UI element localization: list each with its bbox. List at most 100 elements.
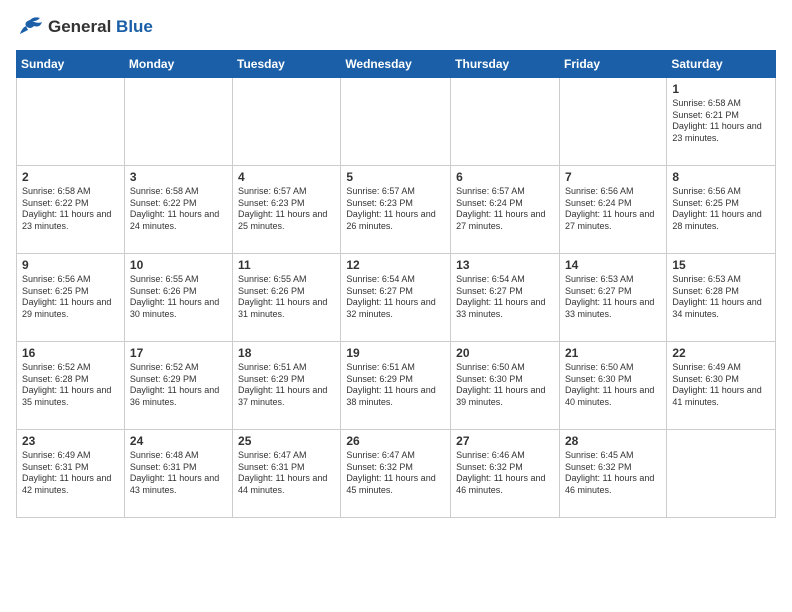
day-info: Daylight: 11 hours and 35 minutes. (22, 385, 119, 408)
calendar-cell: 11Sunrise: 6:55 AMSunset: 6:26 PMDayligh… (233, 254, 341, 342)
day-info: Daylight: 11 hours and 33 minutes. (456, 297, 554, 320)
day-info: Daylight: 11 hours and 28 minutes. (672, 209, 770, 232)
calendar-cell: 12 Sunrise: 6:54 AMSunset: 6:27 PMDayligh… (341, 254, 451, 342)
calendar-header-row: Sunday Monday Tuesday Wednesday Thursday… (17, 51, 776, 78)
calendar-cell: 17Sunrise: 6:52 AMSunset: 6:29 PMDayligh… (124, 342, 232, 430)
calendar-cell: 20Sunrise: 6:50 AMSunset: 6:30 PMDayligh… (451, 342, 560, 430)
day-info: Sunset: 6:31 PM (238, 462, 335, 474)
day-number: 15 (672, 258, 770, 272)
day-info: Sunrise: 6:55 AM (238, 274, 335, 286)
day-number: 23 (22, 434, 119, 448)
calendar-cell: 1Sunrise: 6:58 AMSunset: 6:21 PMDaylight… (667, 78, 776, 166)
day-info: Sunrise: 6:55 AM (130, 274, 227, 286)
day-info: Daylight: 11 hours and 42 minutes. (22, 473, 119, 496)
day-info: Daylight: 11 hours and 32 minutes. (346, 297, 445, 320)
day-info: Sunrise: 6:51 AM (238, 362, 335, 374)
day-info: Sunrise: 6:47 AM (238, 450, 335, 462)
day-info: Sunset: 6:28 PM (22, 374, 119, 386)
day-info: Daylight: 11 hours and 31 minutes. (238, 297, 335, 320)
day-number: 19 (346, 346, 445, 360)
day-number: 11 (238, 258, 335, 272)
day-info: Sunrise: 6:58 AM (672, 98, 770, 110)
day-info: Sunset: 6:31 PM (130, 462, 227, 474)
logo-bird-icon (16, 16, 44, 38)
day-info: Sunset: 6:29 PM (238, 374, 335, 386)
header-sunday: Sunday (17, 51, 125, 78)
day-info: Daylight: 11 hours and 41 minutes. (672, 385, 770, 408)
calendar-cell: 27Sunrise: 6:46 AMSunset: 6:32 PMDayligh… (451, 430, 560, 518)
day-info: Sunset: 6:27 PM (346, 286, 445, 298)
day-info: Sunrise: 6:56 AM (672, 186, 770, 198)
day-info: Sunset: 6:22 PM (130, 198, 227, 210)
week-row: 1Sunrise: 6:58 AMSunset: 6:21 PMDaylight… (17, 78, 776, 166)
day-info: Daylight: 11 hours and 23 minutes. (22, 209, 119, 232)
day-info: Sunset: 6:24 PM (565, 198, 661, 210)
day-info: Sunrise: 6:50 AM (565, 362, 661, 374)
calendar-table: Sunday Monday Tuesday Wednesday Thursday… (16, 50, 776, 518)
day-info: Sunset: 6:23 PM (346, 198, 445, 210)
calendar-cell: 7Sunrise: 6:56 AMSunset: 6:24 PMDaylight… (559, 166, 666, 254)
day-info: Daylight: 11 hours and 30 minutes. (130, 297, 227, 320)
calendar-cell: 2Sunrise: 6:58 AMSunset: 6:22 PMDaylight… (17, 166, 125, 254)
day-info: Sunrise: 6:54 AM (346, 274, 445, 286)
day-info: Sunset: 6:32 PM (565, 462, 661, 474)
day-number: 24 (130, 434, 227, 448)
day-info: Daylight: 11 hours and 37 minutes. (238, 385, 335, 408)
day-info: Daylight: 11 hours and 44 minutes. (238, 473, 335, 496)
calendar-cell: 23 Sunrise: 6:49 AMSunset: 6:31 PMDayligh… (17, 430, 125, 518)
day-info: Sunrise: 6:46 AM (456, 450, 554, 462)
calendar-cell: 28Sunrise: 6:45 AMSunset: 6:32 PMDayligh… (559, 430, 666, 518)
day-info: Sunrise: 6:48 AM (130, 450, 227, 462)
day-number: 5 (346, 170, 445, 184)
calendar-cell: 18 Sunrise: 6:51 AMSunset: 6:29 PMDayligh… (233, 342, 341, 430)
day-number: 22 (672, 346, 770, 360)
day-info: Daylight: 11 hours and 43 minutes. (130, 473, 227, 496)
week-row: 23Sunrise: 6:49 AMSunset: 6:31 PMDayligh… (17, 430, 776, 518)
day-number: 2 (22, 170, 119, 184)
day-info: Sunrise: 6:56 AM (565, 186, 661, 198)
day-info: Sunset: 6:30 PM (565, 374, 661, 386)
week-row: 9Sunrise: 6:56 AMSunset: 6:25 PMDaylight… (17, 254, 776, 342)
day-info: Sunset: 6:30 PM (456, 374, 554, 386)
header-thursday: Thursday (451, 51, 560, 78)
day-number: 1 (672, 82, 770, 96)
header-monday: Monday (124, 51, 232, 78)
day-number: 28 (565, 434, 661, 448)
day-number: 12 (346, 258, 445, 272)
calendar-cell: 25Sunrise: 6:47 AMSunset: 6:31 PMDayligh… (233, 430, 341, 518)
day-info: Sunset: 6:27 PM (456, 286, 554, 298)
calendar-cell: 3Sunrise: 6:58 AMSunset: 6:22 PMDaylight… (124, 166, 232, 254)
day-info: Sunrise: 6:56 AM (22, 274, 119, 286)
day-number: 9 (22, 258, 119, 272)
day-info: Sunset: 6:31 PM (22, 462, 119, 474)
day-info: Daylight: 11 hours and 38 minutes. (346, 385, 445, 408)
day-info: Sunrise: 6:50 AM (456, 362, 554, 374)
day-info: Sunrise: 6:51 AM (346, 362, 445, 374)
day-info: Sunset: 6:28 PM (672, 286, 770, 298)
day-number: 17 (130, 346, 227, 360)
day-info: Daylight: 11 hours and 27 minutes. (456, 209, 554, 232)
day-info: Daylight: 11 hours and 33 minutes. (565, 297, 661, 320)
calendar-cell (667, 430, 776, 518)
calendar-cell (341, 78, 451, 166)
day-number: 18 (238, 346, 335, 360)
day-info: Sunset: 6:32 PM (456, 462, 554, 474)
day-info: Sunset: 6:23 PM (238, 198, 335, 210)
day-info: Daylight: 11 hours and 29 minutes. (22, 297, 119, 320)
calendar-cell: 9Sunrise: 6:56 AMSunset: 6:25 PMDaylight… (17, 254, 125, 342)
calendar-cell (451, 78, 560, 166)
day-info: Daylight: 11 hours and 39 minutes. (456, 385, 554, 408)
day-info: Sunrise: 6:49 AM (22, 450, 119, 462)
day-info: Daylight: 11 hours and 40 minutes. (565, 385, 661, 408)
calendar-cell: 24 Sunrise: 6:48 AMSunset: 6:31 PMDayligh… (124, 430, 232, 518)
logo: General Blue (16, 16, 153, 38)
day-info: Daylight: 11 hours and 25 minutes. (238, 209, 335, 232)
day-info: Sunrise: 6:47 AM (346, 450, 445, 462)
day-info: Sunrise: 6:53 AM (672, 274, 770, 286)
day-info: Sunrise: 6:58 AM (130, 186, 227, 198)
day-info: Daylight: 11 hours and 46 minutes. (565, 473, 661, 496)
day-number: 14 (565, 258, 661, 272)
day-info: Sunset: 6:32 PM (346, 462, 445, 474)
day-info: Sunrise: 6:52 AM (22, 362, 119, 374)
day-number: 6 (456, 170, 554, 184)
